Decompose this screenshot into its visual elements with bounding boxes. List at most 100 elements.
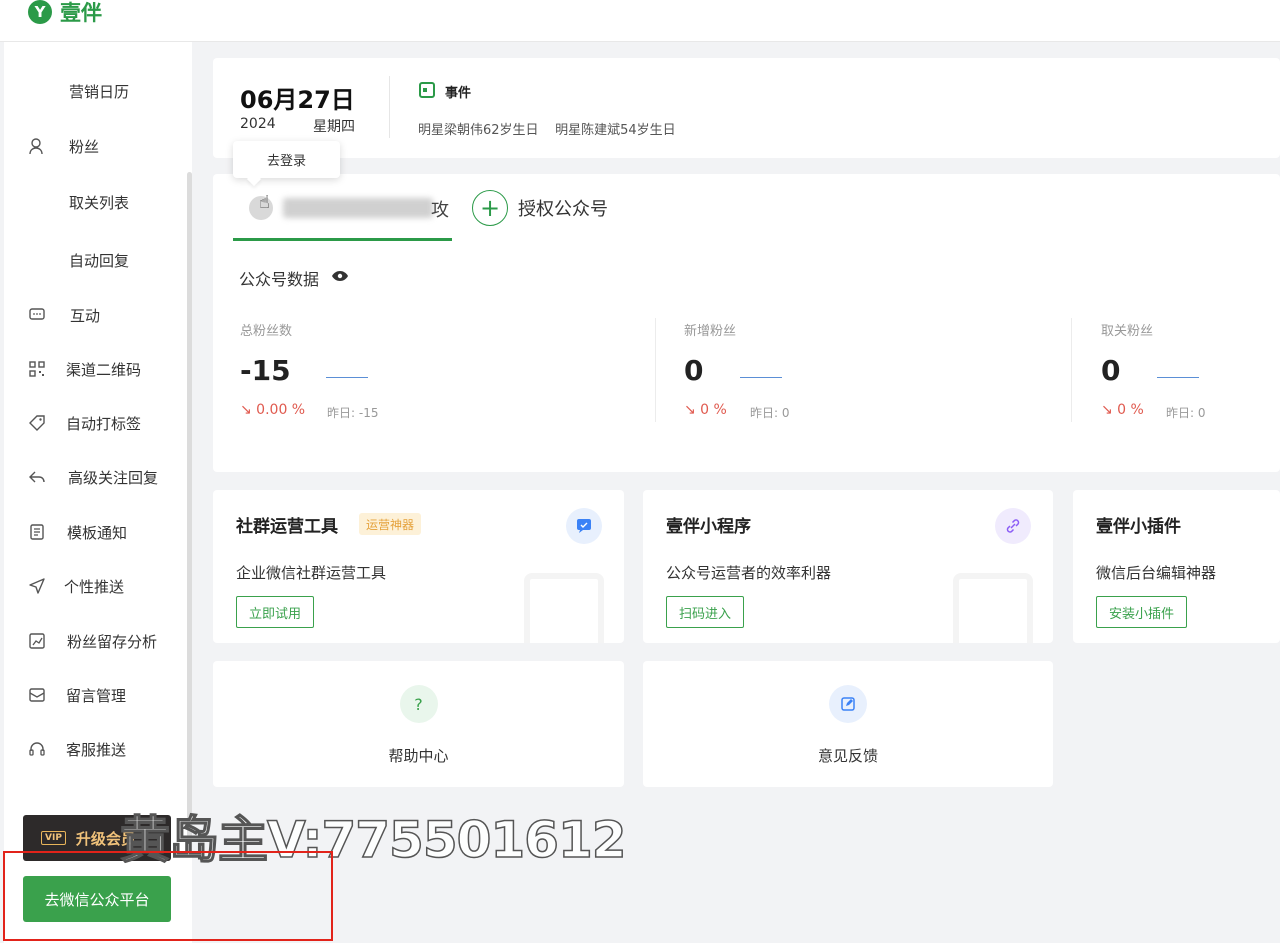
stat-new-fans: 新增粉丝 0 ↘ 0 % 昨日: 0 xyxy=(684,318,1064,428)
upgrade-vip-label: 升级会员 xyxy=(75,829,136,848)
sidebar-item-label: 粉丝留存分析 xyxy=(67,632,158,651)
sidebar-item-auto-reply[interactable]: 自动回复 xyxy=(4,245,184,275)
account-name-suffix: 攻 xyxy=(431,200,449,221)
card-plugin: 壹伴小插件 微信后台编辑神器 安装小插件 xyxy=(1073,490,1280,643)
sidebar-item-template-notice[interactable]: 模板通知 xyxy=(4,517,184,547)
sidebar-item-marketing-calendar[interactable]: 营销日历 xyxy=(4,76,184,106)
watermark-text: 黄岛主V:775501612 xyxy=(119,810,627,870)
sidebar-item-label: 自动打标签 xyxy=(66,414,142,433)
current-date: 06月27日 xyxy=(240,86,355,114)
app-logo[interactable]: Y 壹伴 xyxy=(28,0,102,25)
try-now-button[interactable]: 立即试用 xyxy=(236,596,315,628)
analysis-icon xyxy=(28,632,46,650)
sidebar-item-service-push[interactable]: 客服推送 xyxy=(4,734,184,764)
stat-trend: ↘ 0 % xyxy=(684,402,727,418)
stat-divider xyxy=(655,318,656,422)
card-title: 社群运营工具 xyxy=(236,517,338,537)
install-plugin-button[interactable]: 安装小插件 xyxy=(1096,596,1188,628)
stat-sparkline xyxy=(1157,377,1199,378)
feedback-card[interactable]: 意见反馈 xyxy=(643,661,1053,787)
account-tab-underline xyxy=(233,238,452,241)
account-tab[interactable]: ☝ 攻 xyxy=(233,174,453,240)
card-title: 壹伴小插件 xyxy=(1096,517,1181,537)
stat-unfollow-fans: 取关粉丝 0 ↘ 0 % 昨日: 0 xyxy=(1101,318,1271,428)
card-decoration xyxy=(524,573,604,643)
stat-label: 新增粉丝 xyxy=(684,324,737,339)
section-title-text: 公众号数据 xyxy=(239,270,320,289)
eye-icon[interactable] xyxy=(331,270,349,286)
sidebar-item-label: 客服推送 xyxy=(66,740,127,759)
help-center-card[interactable]: ? 帮助中心 xyxy=(213,661,624,787)
date-panel: 06月27日 2024 星期四 事件 明星梁朝伟62岁生日 明星陈建斌54岁生日 xyxy=(213,58,1280,158)
tag-icon xyxy=(28,414,46,432)
current-year: 2024 xyxy=(240,116,276,132)
upgrade-vip-button[interactable]: VIP 升级会员 xyxy=(23,815,171,861)
logo-mark-icon: Y xyxy=(28,0,52,24)
stat-yesterday: 昨日: 0 xyxy=(1166,406,1206,420)
account-panel: ☝ 攻 + 授权公众号 公众号数据 总粉丝数 -15 ↘ 0.00 % 昨日: … xyxy=(213,174,1280,472)
sidebar-item-label: 取关列表 xyxy=(69,193,130,212)
edit-icon xyxy=(829,685,867,723)
sidebar-item-label: 渠道二维码 xyxy=(66,360,142,379)
go-wechat-platform-button[interactable]: 去微信公众平台 xyxy=(23,876,171,922)
crown-icon: VIP xyxy=(41,831,66,845)
sidebar-item-label: 个性推送 xyxy=(64,577,125,596)
card-description: 微信后台编辑神器 xyxy=(1096,564,1217,582)
current-weekday: 星期四 xyxy=(313,119,355,135)
sidebar-item-fans[interactable]: 粉丝 xyxy=(4,131,184,161)
account-data-title: 公众号数据 xyxy=(239,266,349,290)
reply-icon xyxy=(28,468,46,486)
sidebar-item-auto-tag[interactable]: 自动打标签 xyxy=(4,408,184,438)
event-list[interactable]: 明星梁朝伟62岁生日 明星陈建斌54岁生日 xyxy=(418,119,676,138)
sidebar-item-advanced-follow-reply[interactable]: 高级关注回复 xyxy=(4,462,184,492)
sidebar-item-channel-qrcode[interactable]: 渠道二维码 xyxy=(4,354,184,384)
calendar-icon xyxy=(419,82,435,98)
login-tooltip[interactable]: 去登录 xyxy=(233,141,340,178)
sidebar-item-label: 自动回复 xyxy=(69,251,130,270)
sidebar-item-unfollow-list[interactable]: 取关列表 xyxy=(4,187,184,217)
link-icon xyxy=(995,508,1031,544)
pointer-hand-icon: ☝ xyxy=(259,192,270,213)
sidebar-item-label: 留言管理 xyxy=(66,686,127,705)
question-icon: ? xyxy=(399,685,438,723)
card-badge: 运营神器 xyxy=(359,513,422,535)
scan-enter-button[interactable]: 扫码进入 xyxy=(666,596,745,628)
stat-sparkline xyxy=(740,377,782,378)
card-decoration xyxy=(953,573,1033,643)
top-bar: Y 壹伴 xyxy=(0,0,1280,42)
sidebar-scrollbar[interactable] xyxy=(187,172,192,842)
sidebar-item-label: 模板通知 xyxy=(67,523,128,542)
stat-total-fans: 总粉丝数 -15 ↘ 0.00 % 昨日: -15 xyxy=(240,318,640,428)
chat-bubble-icon xyxy=(566,508,602,544)
card-description: 公众号运营者的效率利器 xyxy=(666,564,832,582)
card-title: 壹伴小程序 xyxy=(666,517,751,537)
stat-label: 取关粉丝 xyxy=(1101,324,1154,339)
stat-trend: ↘ 0.00 % xyxy=(240,402,306,418)
date-divider xyxy=(389,76,390,138)
authorize-account-button[interactable]: + 授权公众号 xyxy=(472,190,608,226)
sidebar-item-label: 营销日历 xyxy=(69,82,130,101)
card-description: 企业微信社群运营工具 xyxy=(236,564,387,582)
sidebar-item-personal-push[interactable]: 个性推送 xyxy=(4,571,184,601)
fans-icon xyxy=(28,137,46,155)
sidebar-item-fan-retention[interactable]: 粉丝留存分析 xyxy=(4,626,184,656)
sidebar: 营销日历 粉丝 取关列表 自动回复 互动 渠道二维码 自动打标签 高级关注回复 xyxy=(4,42,192,943)
sidebar-item-interaction[interactable]: 互动 xyxy=(4,300,184,330)
stat-yesterday: 昨日: -15 xyxy=(327,406,379,420)
sidebar-item-label: 粉丝 xyxy=(69,137,100,156)
sidebar-item-comment-management[interactable]: 留言管理 xyxy=(4,680,184,710)
qrcode-icon xyxy=(28,360,46,378)
sidebar-item-label: 互动 xyxy=(70,306,101,325)
sidebar-item-label: 高级关注回复 xyxy=(68,468,159,487)
card-mini-program: 壹伴小程序 公众号运营者的效率利器 扫码进入 xyxy=(643,490,1053,643)
event-title: 事件 xyxy=(445,86,472,101)
chat-icon xyxy=(28,306,46,324)
account-name-blurred xyxy=(283,198,433,218)
stat-yesterday: 昨日: 0 xyxy=(750,406,790,420)
stat-divider xyxy=(1071,318,1072,422)
stat-sparkline xyxy=(326,377,368,378)
template-icon xyxy=(28,523,46,541)
stat-value: 0 xyxy=(1101,354,1121,387)
stat-trend: ↘ 0 % xyxy=(1101,402,1144,418)
help-center-label: 帮助中心 xyxy=(388,747,449,765)
